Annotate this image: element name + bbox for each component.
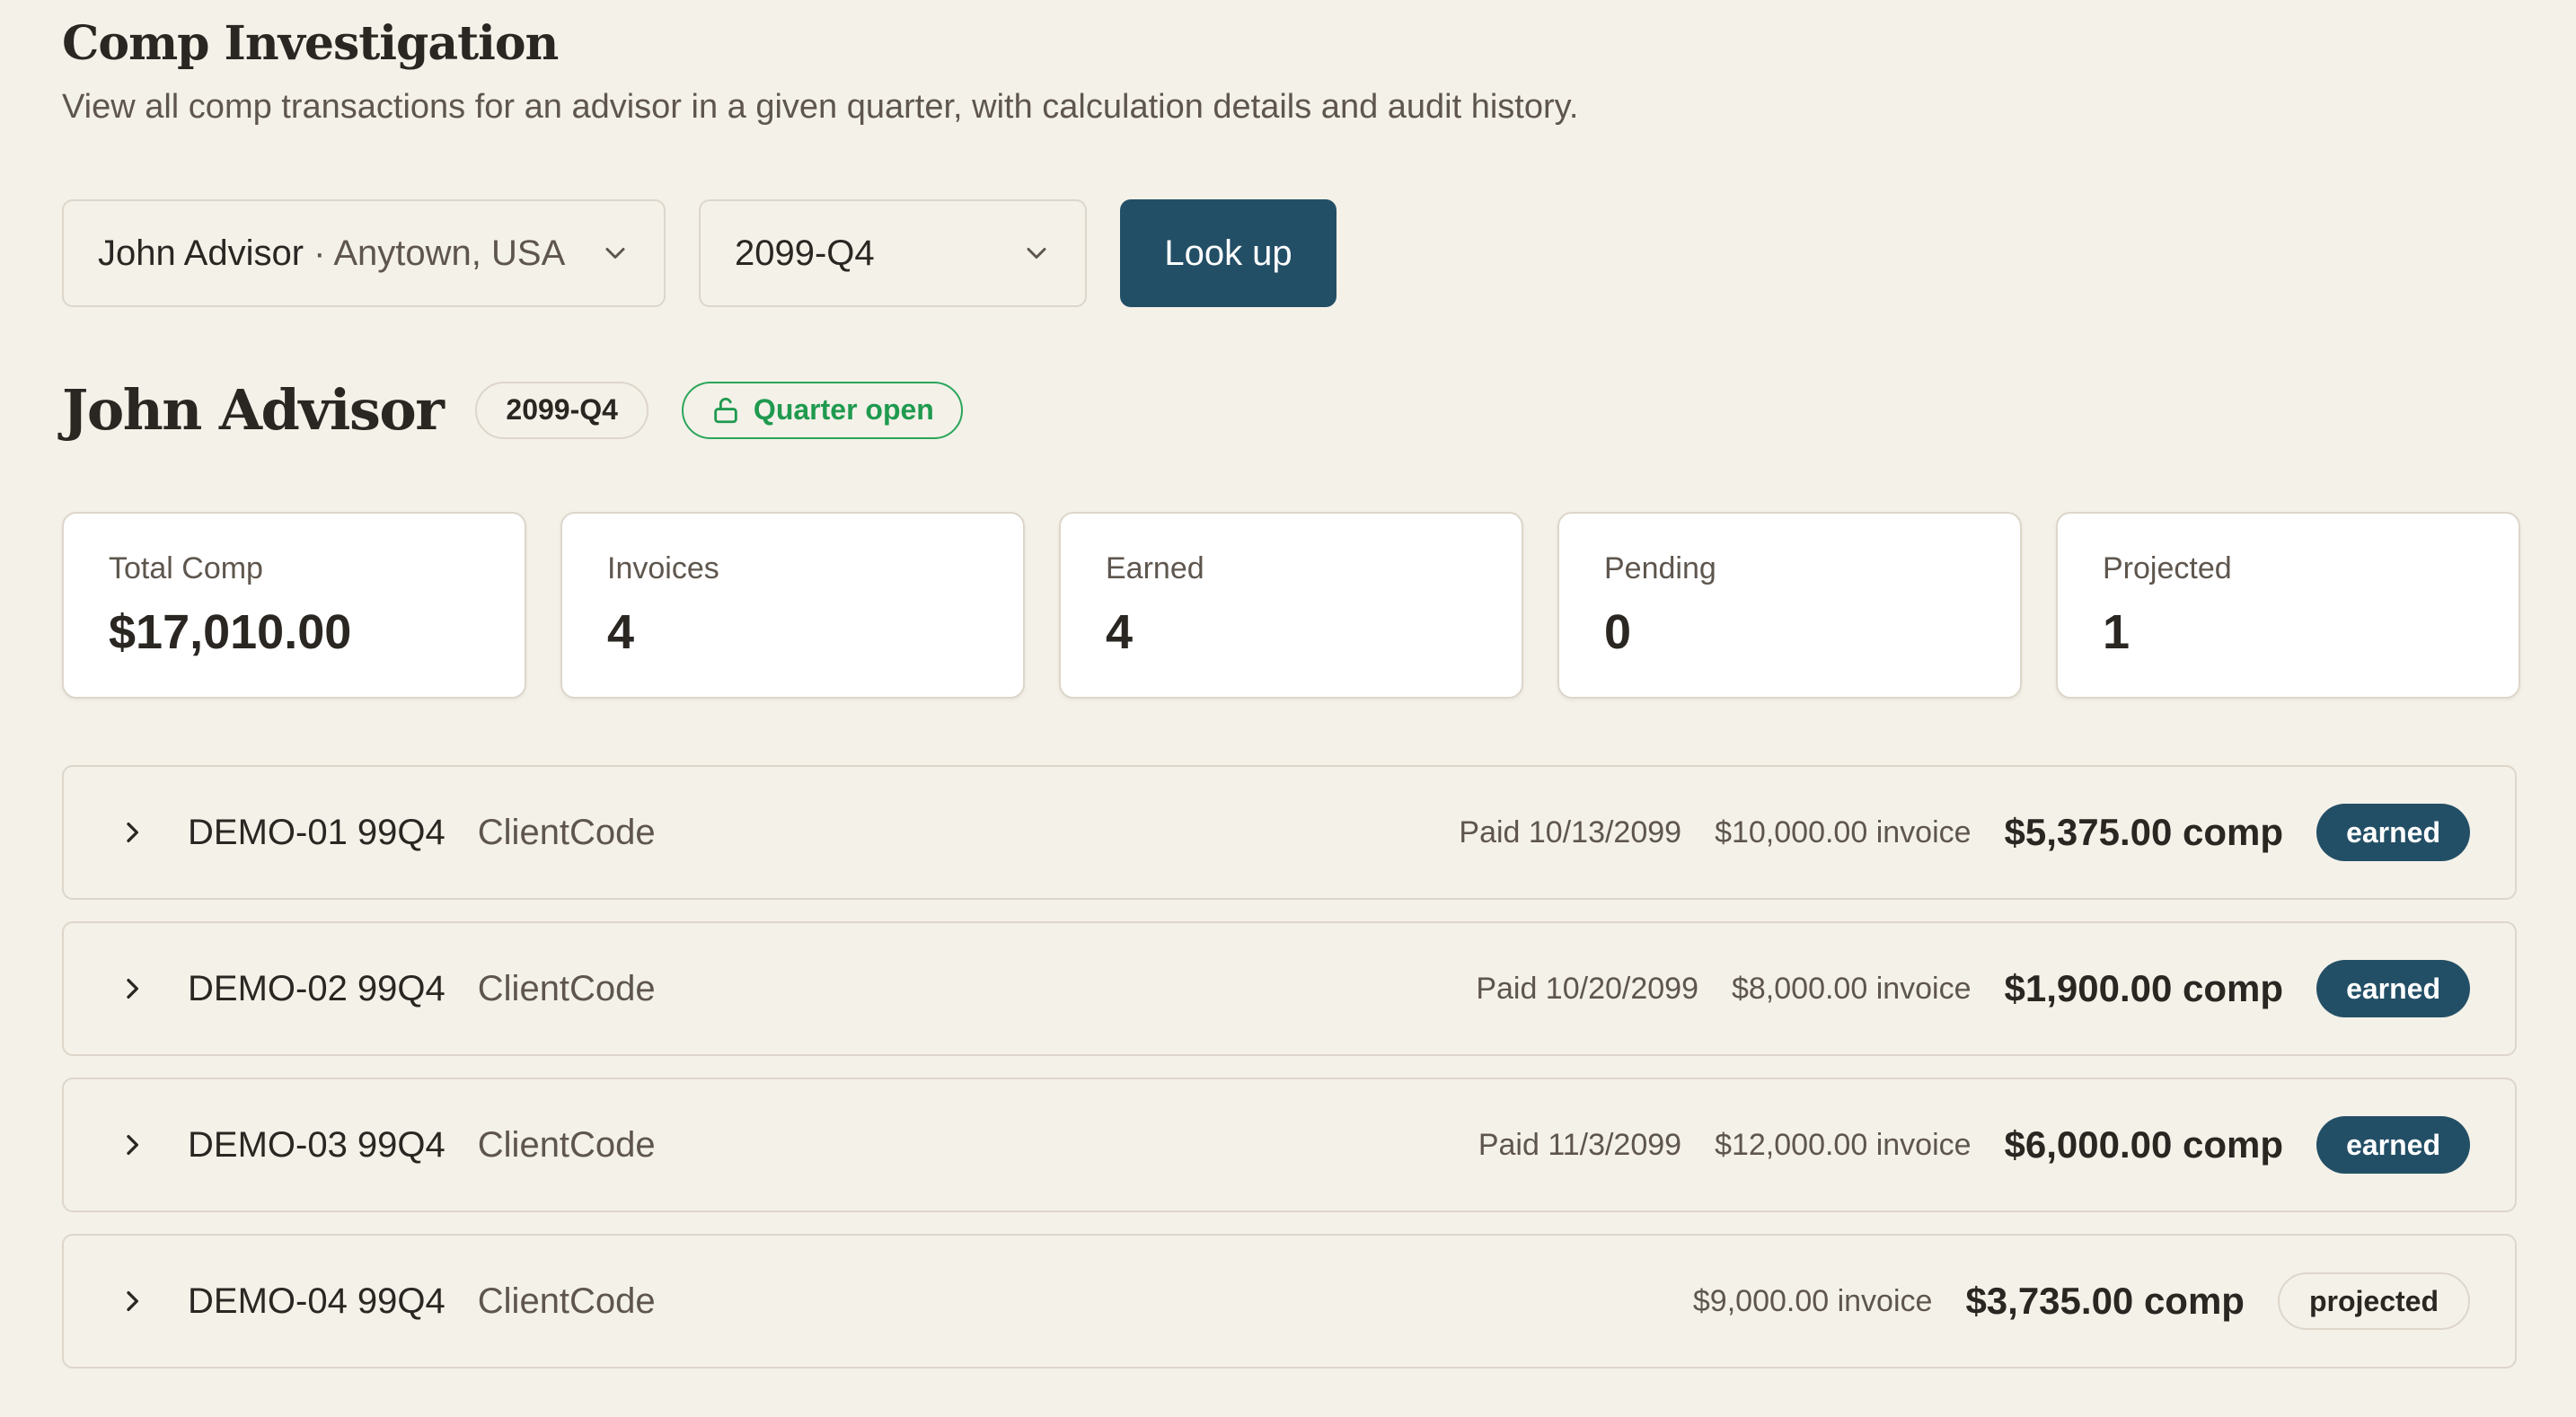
chevron-right-icon[interactable]: [118, 818, 146, 847]
invoice-amount: $12,000.00 invoice: [1715, 1127, 1972, 1162]
stat-label: Invoices: [607, 551, 719, 585]
advisor-select-value: John Advisor · Anytown, USA: [98, 233, 565, 274]
chevron-down-icon: [605, 248, 625, 259]
stat-card-earned: Earned 4: [1059, 512, 1523, 699]
status-badge: earned: [2316, 960, 2470, 1017]
invoice-amount: $10,000.00 invoice: [1715, 814, 1972, 849]
paid-date: Paid 10/20/2099: [1476, 971, 1698, 1006]
comp-amount: $6,000.00 comp: [2004, 1123, 2284, 1166]
stat-card-invoices: Invoices 4: [560, 512, 1025, 699]
quarter-select[interactable]: 2099-Q4: [699, 199, 1087, 307]
stat-value: $17,010.00: [109, 605, 352, 659]
client-code: ClientCode: [477, 812, 656, 852]
transaction-row[interactable]: DEMO-02 99Q4 ClientCode Paid 10/20/2099 …: [62, 921, 2517, 1056]
paid-date: Paid 10/13/2099: [1459, 814, 1682, 849]
client-code: ClientCode: [477, 968, 656, 1008]
transaction-row[interactable]: DEMO-01 99Q4 ClientCode Paid 10/13/2099 …: [62, 765, 2517, 900]
chevron-right-icon[interactable]: [118, 974, 146, 1003]
quarter-badge: 2099-Q4: [475, 381, 648, 439]
comp-amount: $3,735.00 comp: [1965, 1280, 2245, 1322]
transaction-id: DEMO-02 99Q4: [188, 968, 446, 1008]
transaction-row[interactable]: DEMO-03 99Q4 ClientCode Paid 11/3/2099 $…: [62, 1078, 2517, 1212]
stat-value: 4: [607, 605, 635, 659]
advisor-select[interactable]: John Advisor · Anytown, USA: [62, 199, 666, 307]
stat-value: 0: [1604, 605, 1632, 659]
stat-card-total-comp: Total Comp $17,010.00: [62, 512, 526, 699]
client-code: ClientCode: [477, 1124, 656, 1165]
stat-label: Projected: [2103, 551, 2232, 585]
comp-amount: $5,375.00 comp: [2004, 811, 2284, 853]
transaction-list: DEMO-01 99Q4 ClientCode Paid 10/13/2099 …: [62, 765, 2517, 1390]
stat-label: Total Comp: [109, 551, 263, 585]
quarter-status-label: Quarter open: [753, 393, 934, 426]
chevron-down-icon: [1027, 248, 1046, 259]
page-subtitle: View all comp transactions for an adviso…: [62, 88, 1579, 126]
status-badge: earned: [2316, 804, 2470, 861]
stat-value: 4: [1106, 605, 1134, 659]
status-badge: projected: [2277, 1272, 2470, 1330]
stats-row: Total Comp $17,010.00 Invoices 4 Earned …: [62, 512, 2520, 699]
look-up-button[interactable]: Look up: [1120, 199, 1337, 307]
transaction-row[interactable]: DEMO-04 99Q4 ClientCode $9,000.00 invoic…: [62, 1234, 2517, 1369]
stat-card-pending: Pending 0: [1557, 512, 2022, 699]
transaction-id: DEMO-01 99Q4: [188, 812, 446, 852]
comp-amount: $1,900.00 comp: [2004, 967, 2284, 1009]
paid-date: Paid 11/3/2099: [1478, 1127, 1682, 1162]
page-title: Comp Investigation: [62, 16, 559, 71]
quarter-select-value: 2099-Q4: [735, 233, 875, 273]
advisor-select-location: · Anytown, USA: [304, 233, 566, 273]
invoice-amount: $8,000.00 invoice: [1731, 971, 1972, 1006]
chevron-right-icon[interactable]: [118, 1131, 146, 1159]
transaction-id: DEMO-03 99Q4: [188, 1124, 446, 1165]
lookup-controls: John Advisor · Anytown, USA 2099-Q4 Look…: [62, 199, 1337, 307]
transaction-id: DEMO-04 99Q4: [188, 1281, 446, 1321]
stat-card-projected: Projected 1: [2056, 512, 2520, 699]
status-badge: earned: [2316, 1116, 2470, 1174]
stat-label: Earned: [1106, 551, 1204, 585]
client-code: ClientCode: [477, 1281, 656, 1321]
quarter-status-badge: Quarter open: [681, 381, 963, 439]
advisor-select-name: John Advisor: [98, 233, 304, 273]
invoice-amount: $9,000.00 invoice: [1692, 1283, 1933, 1318]
stat-value: 1: [2103, 605, 2130, 659]
stat-label: Pending: [1604, 551, 1716, 585]
page: Comp Investigation View all comp transac…: [0, 0, 2576, 1417]
advisor-header: John Advisor 2099-Q4 Quarter open: [62, 377, 963, 443]
chevron-right-icon[interactable]: [118, 1287, 146, 1316]
unlock-icon: [714, 397, 737, 423]
advisor-name: John Advisor: [62, 377, 445, 443]
